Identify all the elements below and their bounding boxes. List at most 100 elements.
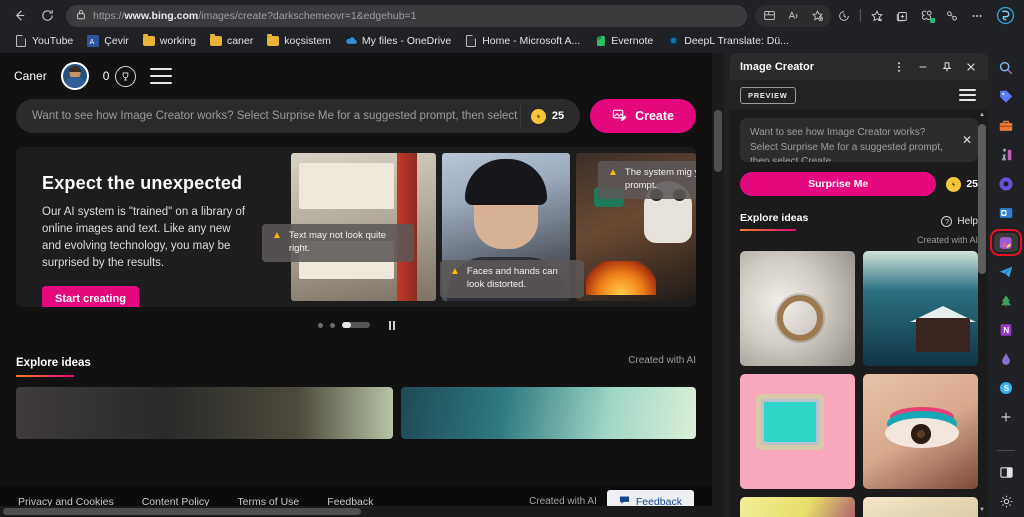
profile-sync-icon[interactable] bbox=[940, 5, 964, 27]
clear-x-icon[interactable]: ✕ bbox=[962, 133, 972, 147]
callout-faces-warning: ▲ Faces and hands can look distorted. bbox=[440, 260, 584, 298]
thumb-pearl-ring[interactable] bbox=[740, 251, 855, 366]
horizontal-scroll-thumb[interactable] bbox=[3, 508, 361, 515]
callout-label: Faces and hands can look distorted. bbox=[466, 266, 558, 290]
read-aloud-icon[interactable] bbox=[781, 5, 805, 27]
help-label: Help bbox=[957, 216, 978, 227]
bookmark-label: YouTube bbox=[32, 34, 74, 47]
onenote-icon[interactable]: N bbox=[994, 321, 1018, 339]
thumb-retro-computer[interactable] bbox=[740, 374, 855, 489]
side-panel-minimize-icon[interactable] bbox=[912, 57, 934, 77]
browser-essentials-icon[interactable] bbox=[915, 5, 939, 27]
bookmark-item[interactable]: Evernote bbox=[587, 32, 660, 50]
token-count: 25 bbox=[551, 110, 565, 122]
thumb-eye-makeup[interactable] bbox=[863, 374, 978, 489]
side-panel-prompt-box[interactable]: Want to see how Image Creator works? Sel… bbox=[740, 118, 978, 162]
start-creating-button[interactable]: Start creating bbox=[42, 286, 139, 307]
address-bar[interactable]: https://www.bing.com/images/create?darks… bbox=[66, 4, 747, 27]
vertical-scroll-thumb[interactable] bbox=[714, 110, 722, 172]
horizontal-scrollbar[interactable] bbox=[0, 506, 712, 517]
folder-icon bbox=[209, 33, 222, 47]
scroll-down-arrow-icon[interactable]: ▼ bbox=[978, 505, 986, 515]
bookmark-item[interactable]: YouTube bbox=[8, 32, 80, 50]
boost-coin-icon bbox=[530, 108, 546, 124]
outlook-icon[interactable] bbox=[994, 204, 1018, 222]
create-button-label: Create bbox=[635, 109, 674, 123]
settings-gear-icon[interactable] bbox=[994, 493, 1018, 511]
tools-briefcase-icon[interactable] bbox=[994, 117, 1018, 135]
bookmark-item[interactable]: My files - OneDrive bbox=[338, 32, 458, 50]
thumb-snow-cabin[interactable] bbox=[863, 251, 978, 366]
bookmark-item[interactable]: caner bbox=[203, 32, 260, 50]
sidebar-toggle-icon[interactable] bbox=[994, 464, 1018, 482]
side-panel-prompt-text[interactable]: Want to see how Image Creator works? Sel… bbox=[750, 126, 952, 162]
bookmark-item[interactable]: A Çevir bbox=[80, 32, 136, 50]
tree-icon[interactable] bbox=[994, 292, 1018, 310]
side-panel-explore-underline bbox=[740, 229, 796, 231]
side-panel-close-icon[interactable] bbox=[960, 57, 982, 77]
favorites-icon[interactable] bbox=[865, 5, 889, 27]
vertical-scrollbar[interactable]: ▲ ▼ bbox=[712, 106, 724, 517]
explore-thumb[interactable] bbox=[400, 387, 696, 439]
bookmark-item[interactable]: Home - Microsoft A... bbox=[458, 32, 587, 50]
help-button[interactable]: ? Help bbox=[941, 216, 978, 231]
hero-images: ▲ Text may not look quite right. ▲ Faces… bbox=[262, 147, 696, 307]
search-icon[interactable] bbox=[994, 59, 1018, 77]
navigation-bar: https://www.bing.com/images/create?darks… bbox=[0, 0, 1024, 28]
bookmark-label: Çevir bbox=[104, 34, 129, 47]
games-icon[interactable] bbox=[994, 146, 1018, 164]
side-panel-explore-row: Explore ideas ? Help bbox=[740, 212, 978, 231]
thumb-kitchen[interactable] bbox=[863, 497, 978, 517]
create-button[interactable]: Create bbox=[590, 99, 696, 133]
side-panel-pin-icon[interactable] bbox=[936, 57, 958, 77]
reload-icon[interactable] bbox=[34, 4, 60, 28]
add-favorite-icon[interactable] bbox=[805, 5, 829, 27]
prompt-input[interactable]: Want to see how Image Creator works? Sel… bbox=[16, 110, 520, 122]
shopping-tag-icon[interactable] bbox=[994, 88, 1018, 106]
surprise-me-button[interactable]: Surprise Me bbox=[740, 172, 937, 196]
side-panel-content: Want to see how Image Creator works? Sel… bbox=[730, 110, 988, 517]
bookmark-item[interactable]: DeepL Translate: Dü... bbox=[660, 32, 796, 50]
bookmark-item[interactable]: koçsistem bbox=[260, 32, 338, 50]
side-panel-scrollbar[interactable]: ▲ ▼ bbox=[978, 110, 986, 515]
bookmark-label: DeepL Translate: Dü... bbox=[684, 34, 789, 47]
back-arrow-icon[interactable] bbox=[6, 4, 32, 28]
side-panel-scroll-thumb[interactable] bbox=[978, 124, 986, 274]
add-icon[interactable] bbox=[994, 408, 1018, 426]
translate-icon: A bbox=[87, 34, 100, 47]
carousel-progress[interactable] bbox=[341, 322, 370, 328]
copilot-icon[interactable] bbox=[992, 4, 1018, 28]
history-icon[interactable] bbox=[832, 5, 856, 27]
status-dot bbox=[930, 17, 935, 23]
drop-icon[interactable] bbox=[994, 350, 1018, 368]
hamburger-menu-icon[interactable] bbox=[150, 68, 173, 84]
split-screen-icon[interactable] bbox=[757, 5, 781, 27]
carousel-dot[interactable] bbox=[329, 322, 335, 328]
surprise-row: Surprise Me 25 bbox=[740, 172, 978, 196]
onedrive-icon bbox=[345, 35, 357, 47]
hamburger-menu-icon[interactable] bbox=[959, 89, 976, 101]
image-creator-side-panel: Image Creator PREVIEW Want to see how Im… bbox=[730, 53, 988, 517]
avatar[interactable] bbox=[60, 62, 89, 90]
deepl-icon bbox=[667, 35, 679, 47]
scroll-up-arrow-icon[interactable]: ▲ bbox=[978, 110, 986, 120]
skype-icon[interactable]: S bbox=[994, 379, 1018, 397]
user-name: Caner bbox=[14, 69, 47, 83]
telegram-icon[interactable] bbox=[994, 263, 1018, 281]
image-creator-icon[interactable] bbox=[990, 229, 1022, 256]
prompt-bar[interactable]: Want to see how Image Creator works? Sel… bbox=[16, 99, 581, 133]
thumb-classic-car[interactable] bbox=[740, 497, 855, 517]
boost-counter[interactable]: 0 bbox=[102, 65, 137, 87]
side-panel-header: Image Creator bbox=[730, 53, 988, 80]
more-options-icon[interactable] bbox=[965, 5, 989, 27]
pause-icon[interactable] bbox=[388, 320, 395, 330]
boost-count: 0 bbox=[102, 69, 110, 83]
carousel-dot[interactable] bbox=[317, 322, 323, 328]
side-panel-created-with-ai: Created with AI bbox=[916, 235, 978, 245]
collections-icon[interactable] bbox=[890, 5, 914, 27]
copilot-icon[interactable] bbox=[994, 175, 1018, 193]
bookmark-label: My files - OneDrive bbox=[361, 34, 452, 47]
bookmark-item[interactable]: working bbox=[136, 32, 203, 50]
side-panel-more-options-icon[interactable] bbox=[888, 57, 910, 77]
explore-thumb[interactable] bbox=[16, 387, 393, 439]
